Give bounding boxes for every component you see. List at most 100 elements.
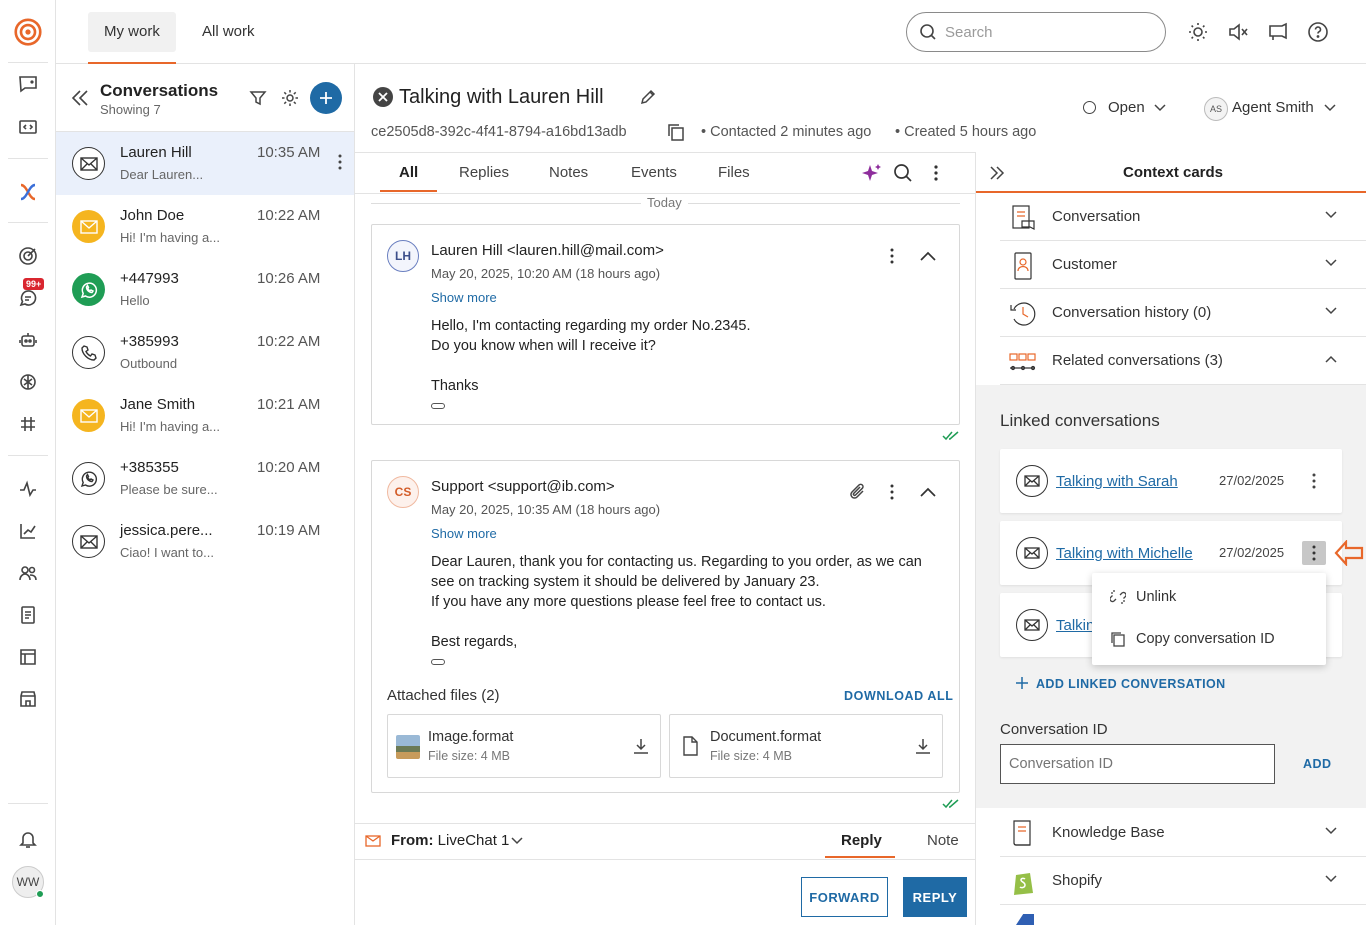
- card-conversation-history[interactable]: Conversation history (0): [1000, 289, 1366, 337]
- document-icon[interactable]: [14, 601, 42, 629]
- more-vertical-icon[interactable]: [1312, 473, 1316, 489]
- linked-conversation-link[interactable]: Talking with Sarah: [1056, 473, 1178, 490]
- menu-copy-id[interactable]: Copy conversation ID: [1136, 631, 1275, 647]
- tab-all-work[interactable]: All work: [186, 12, 271, 52]
- conversation-card-icon: [1008, 203, 1038, 233]
- attachment-file[interactable]: Image.format File size: 4 MB: [387, 714, 661, 778]
- search-box[interactable]: [906, 12, 1166, 52]
- chevron-down-icon[interactable]: [511, 837, 523, 845]
- status-dropdown[interactable]: Open: [1108, 99, 1145, 116]
- tab-notes[interactable]: Notes: [549, 164, 588, 192]
- attachment-file[interactable]: Document.format File size: 4 MB: [669, 714, 943, 778]
- brand-x-icon[interactable]: [14, 178, 42, 206]
- more-vertical-icon[interactable]: [934, 165, 938, 181]
- image-thumbnail-icon: [396, 735, 420, 759]
- copy-icon[interactable]: [667, 123, 685, 141]
- from-selector[interactable]: From: LiveChat 1: [391, 832, 509, 849]
- search-messages-icon[interactable]: [893, 163, 913, 183]
- close-conversation-icon[interactable]: [373, 87, 393, 107]
- linked-date: 27/02/2025: [1219, 545, 1285, 560]
- linked-conversation[interactable]: Talking with Sarah 27/02/2025: [1000, 449, 1342, 513]
- list-item[interactable]: Jane Smith Hi! I'm having a... 10:21 AM: [56, 384, 354, 447]
- menu-unlink[interactable]: Unlink: [1136, 589, 1176, 605]
- collapse-chevron-up-icon[interactable]: [920, 487, 936, 497]
- new-conversation-button[interactable]: [310, 82, 342, 114]
- activity-icon[interactable]: [14, 475, 42, 503]
- board-icon[interactable]: [14, 643, 42, 671]
- settings-gear-icon[interactable]: [280, 88, 300, 108]
- card-related-conversations[interactable]: Related conversations (3): [1000, 337, 1366, 385]
- list-item[interactable]: +385993 Outbound 10:22 AM: [56, 321, 354, 384]
- list-item[interactable]: +447993 Hello 10:26 AM: [56, 258, 354, 321]
- tab-events[interactable]: Events: [631, 164, 677, 192]
- bot-icon[interactable]: [14, 326, 42, 354]
- show-more-link[interactable]: Show more: [431, 290, 497, 305]
- day-separator: Today: [641, 195, 688, 210]
- more-vertical-icon[interactable]: [1302, 541, 1326, 565]
- more-vertical-icon[interactable]: [890, 248, 894, 264]
- more-vertical-icon[interactable]: [890, 484, 894, 500]
- list-item[interactable]: John Doe Hi! I'm having a... 10:22 AM: [56, 195, 354, 258]
- edit-pencil-icon[interactable]: [639, 88, 657, 106]
- card-customer[interactable]: Customer: [1000, 241, 1366, 289]
- conversation-id-input[interactable]: [1000, 744, 1275, 784]
- help-icon[interactable]: [1306, 20, 1330, 44]
- chevron-down-icon[interactable]: [1324, 104, 1336, 112]
- bell-icon[interactable]: [14, 825, 42, 853]
- contact-name: jessica.pere...: [120, 522, 213, 539]
- theme-sun-icon[interactable]: [1186, 20, 1210, 44]
- list-item[interactable]: jessica.pere... Ciao! I want to... 10:19…: [56, 510, 354, 573]
- tab-files[interactable]: Files: [718, 164, 750, 192]
- chevron-down-icon[interactable]: [1154, 104, 1166, 112]
- add-button[interactable]: ADD: [1303, 757, 1332, 771]
- download-icon[interactable]: [914, 737, 932, 755]
- ellipsis-icon[interactable]: [431, 403, 445, 409]
- tab-my-work[interactable]: My work: [88, 12, 176, 64]
- tab-note[interactable]: Note: [927, 832, 959, 849]
- store-icon[interactable]: [14, 685, 42, 713]
- tab-reply[interactable]: Reply: [841, 832, 882, 849]
- add-linked-conversation-button[interactable]: ADD LINKED CONVERSATION: [1036, 677, 1226, 691]
- analytics-icon[interactable]: [14, 517, 42, 545]
- online-status-dot: [36, 890, 44, 898]
- chat-icon[interactable]: [14, 70, 42, 98]
- tab-all[interactable]: All: [399, 164, 418, 192]
- collapse-chevron-up-icon[interactable]: [920, 251, 936, 261]
- context-menu: Unlink Copy conversation ID: [1092, 573, 1326, 665]
- chevron-down-icon: [1325, 827, 1337, 835]
- forward-button[interactable]: FORWARD: [801, 877, 888, 917]
- code-icon[interactable]: [14, 113, 42, 141]
- list-item[interactable]: +385355 Please be sure... 10:20 AM: [56, 447, 354, 510]
- list-item[interactable]: Lauren Hill Dear Lauren... 10:35 AM: [56, 132, 354, 195]
- announcement-icon[interactable]: [1266, 20, 1290, 44]
- download-icon[interactable]: [632, 737, 650, 755]
- more-vertical-icon[interactable]: [338, 154, 342, 170]
- paperclip-icon[interactable]: [848, 482, 868, 502]
- ellipsis-icon[interactable]: [431, 659, 445, 665]
- card-knowledge-base[interactable]: Knowledge Base: [1000, 809, 1366, 857]
- card-shopify[interactable]: Shopify: [1000, 857, 1366, 905]
- plus-icon[interactable]: [1016, 677, 1028, 689]
- linked-conversation-link[interactable]: Talking with Michelle: [1056, 545, 1193, 562]
- expand-panel-icon[interactable]: [988, 164, 1006, 182]
- search-input[interactable]: [945, 23, 1145, 41]
- ai-icon[interactable]: [14, 368, 42, 396]
- chevron-up-icon: [1325, 355, 1337, 363]
- card-conversation[interactable]: Conversation: [1000, 193, 1366, 241]
- ai-sparkle-icon[interactable]: [861, 162, 883, 184]
- reply-button[interactable]: REPLY: [903, 877, 967, 917]
- hashtag-icon[interactable]: [14, 410, 42, 438]
- app-logo-icon[interactable]: [14, 18, 42, 46]
- customer-card-icon: [1008, 251, 1038, 281]
- tab-replies[interactable]: Replies: [459, 164, 509, 192]
- sender: Lauren Hill <lauren.hill@mail.com>: [431, 242, 664, 259]
- collapse-panel-icon[interactable]: [68, 86, 92, 110]
- agent-dropdown[interactable]: Agent Smith: [1232, 99, 1314, 116]
- conversation-view: Talking with Lauren Hill ce2505d8-392c-4…: [355, 64, 1036, 925]
- people-icon[interactable]: [14, 559, 42, 587]
- mute-icon[interactable]: [1226, 20, 1250, 44]
- filter-icon[interactable]: [248, 88, 268, 108]
- target-icon[interactable]: [14, 242, 42, 270]
- download-all-button[interactable]: DOWNLOAD ALL: [844, 689, 954, 703]
- show-more-link[interactable]: Show more: [431, 526, 497, 541]
